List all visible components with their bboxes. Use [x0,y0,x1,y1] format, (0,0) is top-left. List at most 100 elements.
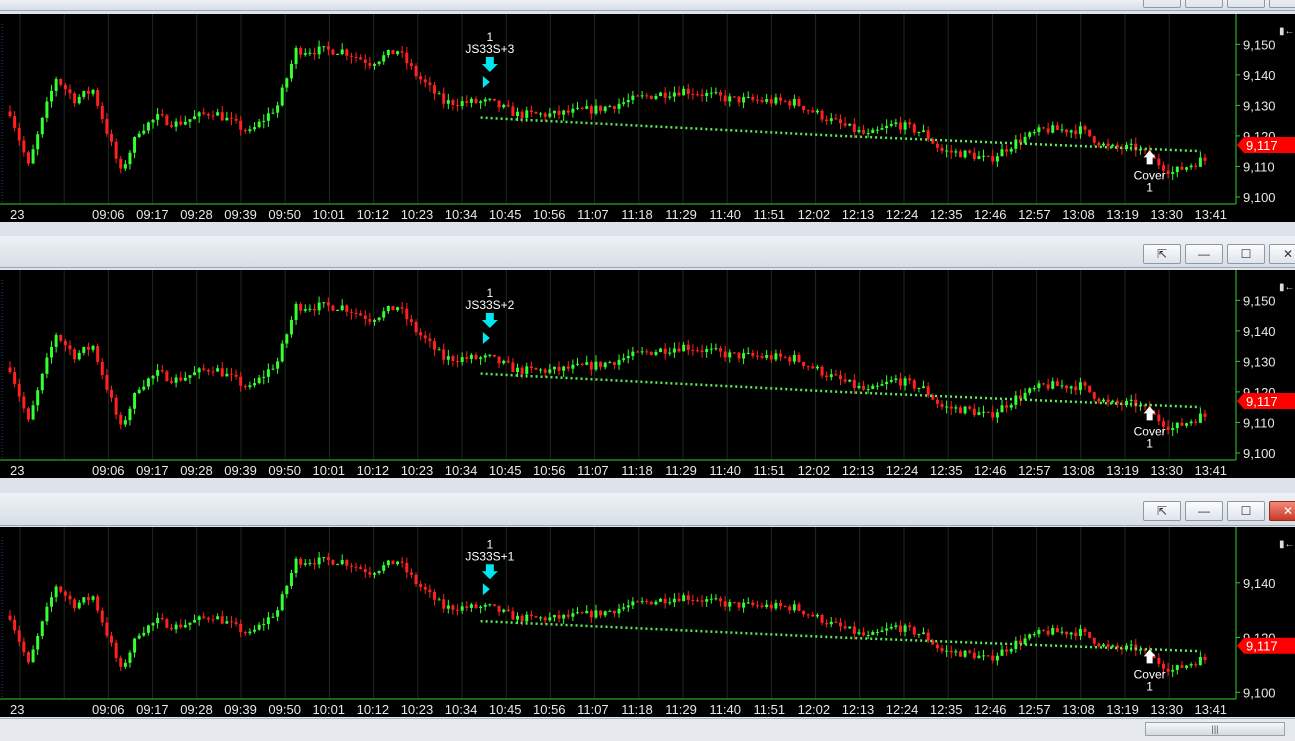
candle-body [119,158,123,169]
candle-body [700,350,704,353]
price-chart-1[interactable]: ▮← 9,150 9,140 9,130 9,120 9,110 9,100 23 09:06 0… [0,14,1295,222]
candle-body [91,596,95,600]
candle-body [779,603,783,607]
maximize-button[interactable]: ☐ [1227,501,1265,521]
candle-body [386,49,390,56]
candle-body [1051,125,1055,133]
candle-body [105,375,109,390]
candle-body [13,116,17,128]
price-chart-3[interactable]: ▮←9,1409,1209,1002309:0609:1709:2809:390… [0,527,1295,717]
candle-body [885,125,889,129]
candle-body [77,96,81,104]
panel-2-titlebar[interactable]: ⇱ — ☐ ✕ [0,236,1295,268]
candle-body [1078,126,1082,135]
candle-body [640,95,644,97]
candle-body [151,119,155,123]
candle-body [446,605,450,609]
candle-body [677,598,681,602]
candle-body [797,354,801,363]
candle-body [719,92,723,96]
candle-body [405,562,409,573]
candle-body [86,90,90,94]
candle-body [285,78,289,88]
horizontal-scrollbar[interactable]: ||| [0,718,1295,741]
candle-body [576,107,580,109]
candle-body [1180,166,1184,170]
candle-body [206,617,210,620]
x-tick-label: 10:56 [533,463,566,478]
candle-body [986,411,990,413]
candle-body [640,351,644,353]
candle-body [377,570,381,574]
candle-body [197,368,201,373]
close-button[interactable]: ✕ [1269,244,1295,264]
candle-body [945,406,949,408]
candle-body [225,373,229,377]
candle-body [903,378,907,386]
candle-body [695,94,699,96]
minimize-button[interactable] [1185,0,1223,8]
candle-body [68,595,72,600]
candle-body [815,366,819,369]
x-tick-label: 11:18 [621,702,653,717]
candle-body [631,601,635,606]
detach-button[interactable]: ⇱ [1143,501,1181,521]
candle-body [963,406,967,414]
x-tick-label: 13:41 [1195,207,1228,222]
candle-body [1189,664,1193,666]
candle-body [414,574,418,585]
candle-body [589,610,593,618]
scale-handle-icon: ▮← [1279,282,1295,293]
candle-body [769,355,773,360]
candle-body [1185,167,1189,170]
maximize-button[interactable]: ☐ [1227,244,1265,264]
maximize-icon: ☐ [1240,247,1252,261]
candle-body [705,599,709,602]
candle-body [96,596,100,611]
candle-body [345,305,349,312]
detach-button[interactable] [1143,0,1181,8]
maximize-button[interactable] [1227,0,1265,8]
candle-body [935,644,939,649]
panel-1-titlebar[interactable] [0,0,1295,11]
candle-body [363,59,367,64]
scroll-thumb[interactable]: ||| [1145,722,1285,736]
candle-body [968,650,972,653]
candle-body [423,586,427,590]
candle-body [488,604,492,606]
candle-body [216,616,220,620]
candle-body [940,403,944,408]
candle-body [520,367,524,374]
candle-body [1051,381,1055,389]
close-button[interactable]: ✕ [1269,501,1295,521]
candle-body [755,355,759,357]
panel-3-titlebar[interactable]: ⇱ — ☐ ✕ [0,493,1295,526]
minimize-button[interactable]: — [1185,244,1223,264]
x-tick-label: 11:51 [754,207,786,222]
detach-button[interactable]: ⇱ [1143,244,1181,264]
candle-body [566,366,570,369]
candle-body [898,378,902,386]
detach-icon: ⇱ [1156,247,1168,261]
candle-body [1097,142,1101,146]
price-chart-2[interactable]: ▮← 9,150 9,140 9,130 9,120 9,110 9,100 23 09:06 0… [0,270,1295,478]
candle-body [257,377,261,384]
y-tick-label: 9,140 [1243,576,1276,591]
candle-body [751,352,755,356]
candle-body [216,368,220,372]
close-button[interactable] [1269,0,1295,8]
candle-body [1088,631,1092,638]
candle-body [958,407,962,414]
candle-body [336,564,340,566]
x-tick-label: 12:13 [842,702,875,717]
candle-body [700,94,704,97]
candle-body [889,124,893,126]
candle-body [691,599,695,601]
candle-body [977,412,981,416]
candle-body [142,386,146,390]
scale-handle-icon: ▮← [1279,539,1295,550]
candle-body [123,420,127,425]
candle-body [179,624,183,628]
candle-body [839,119,843,124]
minimize-button[interactable]: — [1185,501,1223,521]
